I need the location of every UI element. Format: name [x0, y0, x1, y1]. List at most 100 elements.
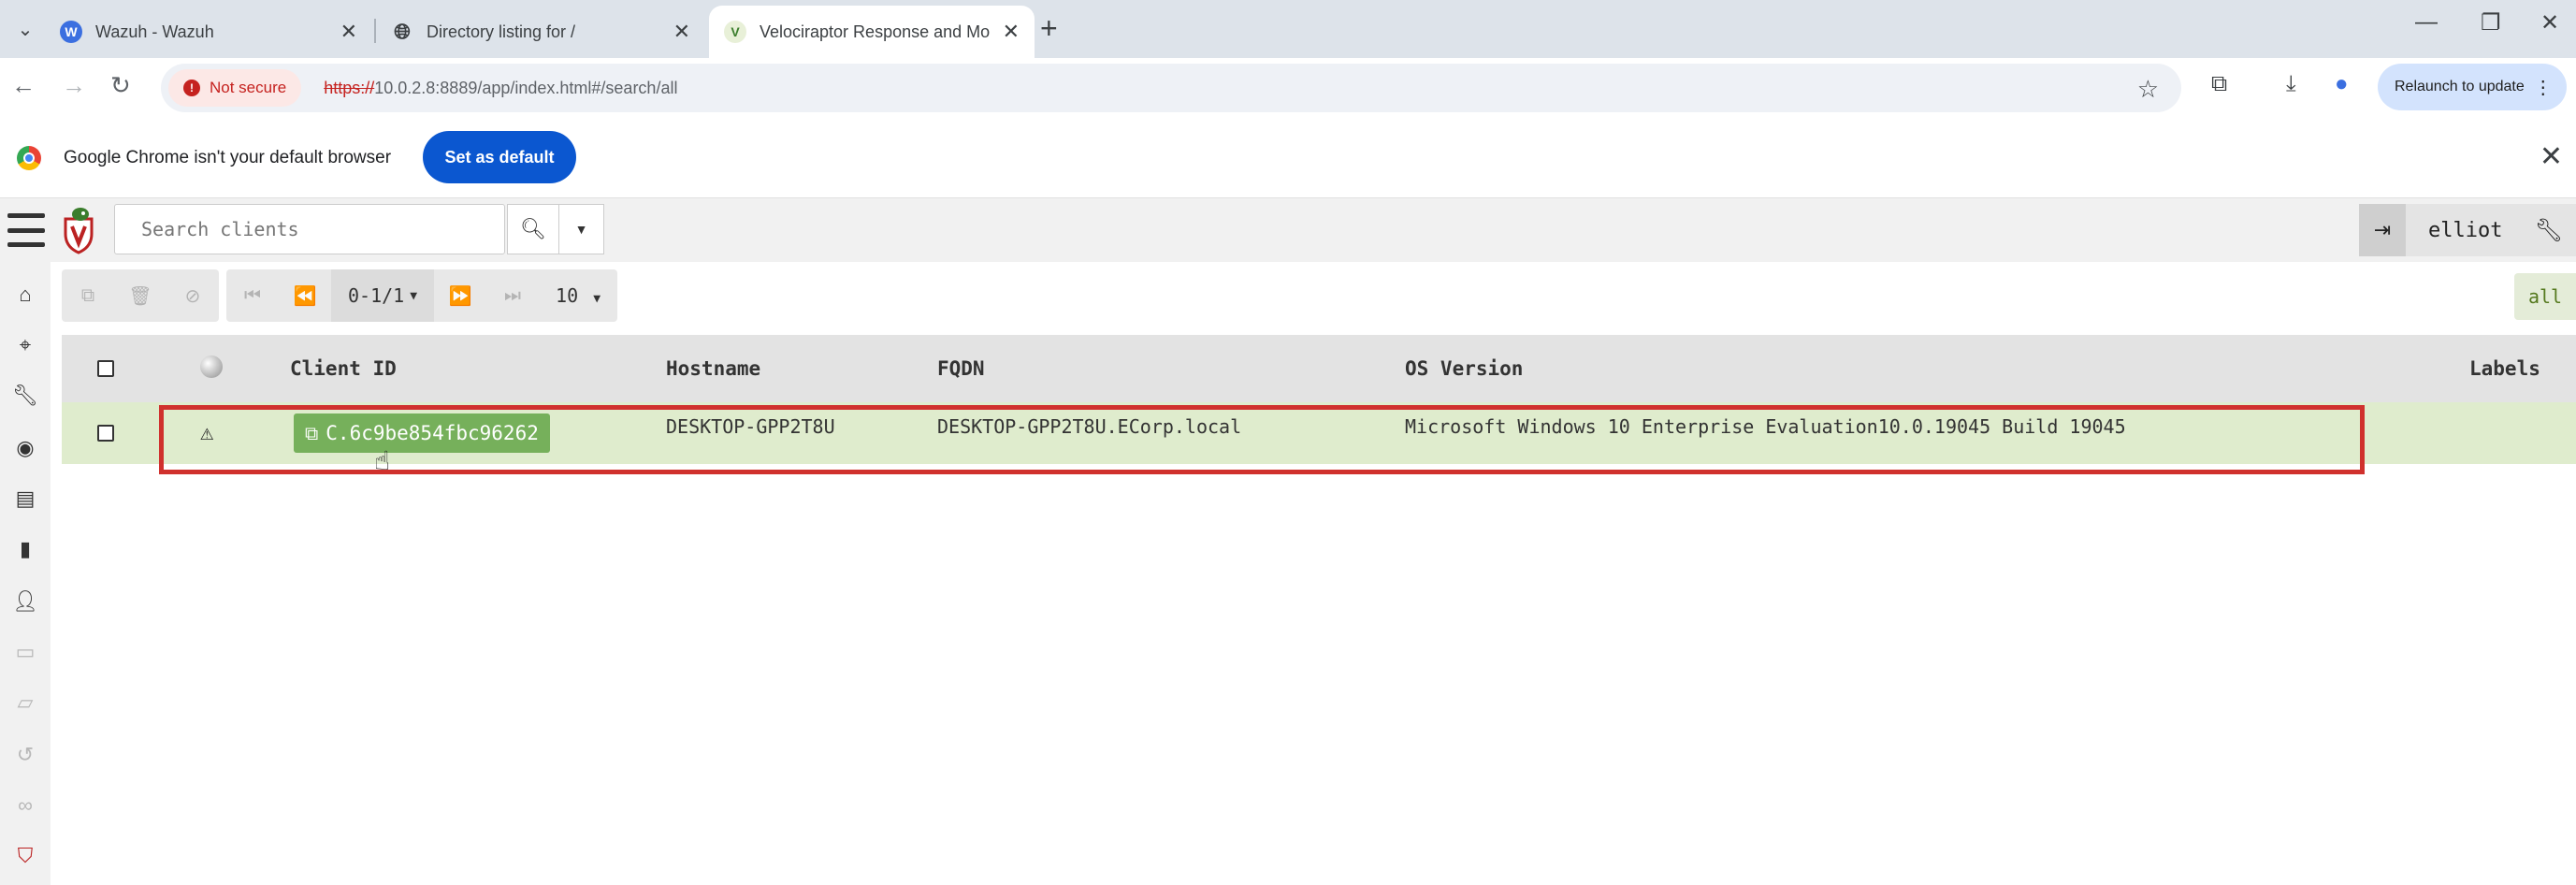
default-browser-infobar: Google Chrome isn't your default browser… [0, 118, 2576, 198]
top-navbar: 🔍︎ ▼ ⇥ elliot 🔧︎ [0, 198, 2576, 262]
relaunch-button[interactable]: Relaunch to update ⋮ [2378, 64, 2567, 110]
clients-table-header: Client ID Hostname FQDN OS Version Label… [62, 335, 2576, 402]
column-header-labels[interactable]: Labels [2469, 357, 2540, 380]
url-text[interactable]: https://10.0.2.8:8889/app/index.html#/se… [324, 79, 677, 98]
hostname-cell: DESKTOP-GPP2T8U [666, 415, 835, 438]
first-page-icon[interactable]: ⏮ [226, 269, 279, 322]
pagination-group: ⏮ ⏪ 0-1/1 ▼ ⏩ ⏭ 10 ▼ [226, 269, 618, 322]
address-row: ← → ↻ ! Not secure https://10.0.2.8:8889… [0, 58, 2576, 118]
hand-cursor-icon: ☝︎ [374, 446, 391, 475]
username[interactable]: elliot [2428, 219, 2502, 242]
bookmark-star-icon[interactable]: ☆ [2137, 75, 2159, 104]
server-icon[interactable]: ▤ [0, 486, 51, 511]
close-tab-icon[interactable]: ✕ [340, 20, 357, 44]
kebab-menu-icon[interactable]: ⋮ [2534, 76, 2553, 99]
tab-search-chevron-icon[interactable]: ⌄ [9, 13, 41, 45]
bulk-actions-group: ⧉ 🗑︎ ⊘ [62, 269, 219, 322]
clients-toolbar: ⧉ 🗑︎ ⊘ ⏮ ⏪ 0-1/1 ▼ ⏩ ⏭ 10 ▼ [62, 269, 625, 322]
caret-down-icon: ▼ [410, 288, 418, 303]
page-range-dropdown[interactable]: 0-1/1 ▼ [331, 269, 435, 322]
eye-icon[interactable]: ◉ [0, 436, 51, 460]
caret-down-icon: ▼ [574, 222, 588, 237]
column-header-client-id[interactable]: Client ID [290, 357, 397, 380]
user-icon[interactable]: 👤︎ [0, 589, 51, 614]
search-clients-input[interactable] [114, 204, 505, 254]
history-icon[interactable]: ↺ [0, 743, 51, 767]
wrench-icon[interactable]: 🔧︎ [0, 384, 51, 408]
profile-icon[interactable]: ● [2335, 71, 2349, 97]
logout-icon[interactable]: ⇥ [2359, 204, 2406, 256]
download-icon[interactable]: ⤓ [2286, 71, 2296, 97]
tab-strip: ⌄ W Wazuh - Wazuh ✕ 🌐︎ Directory listing… [0, 0, 2576, 58]
tab-title: Velociraptor Response and Mo [760, 22, 991, 41]
next-page-icon[interactable]: ⏩ [434, 269, 486, 322]
restore-icon[interactable]: ❐ [2481, 9, 2501, 36]
column-header-os-version[interactable]: OS Version [1405, 357, 1523, 380]
warning-triangle-icon: ⚠︎ [200, 419, 214, 445]
velociraptor-shield-icon[interactable]: ⛉ [0, 844, 51, 868]
client-id-button[interactable]: ⧉ C.6c9be854fbc96262 [294, 413, 550, 453]
url-path: 10.0.2.8:8889/app/index.html#/search/all [374, 78, 678, 97]
close-window-icon[interactable]: ✕ [2540, 9, 2559, 36]
globe-icon: 🌐︎ [394, 20, 411, 43]
address-bar[interactable]: ! Not secure https://10.0.2.8:8889/app/i… [161, 64, 2181, 112]
column-header-hostname[interactable]: Hostname [666, 357, 760, 380]
previous-page-icon[interactable]: ⏪ [279, 269, 331, 322]
label-clients-icon[interactable]: ⧉ [62, 269, 114, 322]
search-filter-badge: all [2514, 273, 2576, 320]
page-size-dropdown[interactable]: 10 ▼ [539, 284, 617, 307]
last-page-icon[interactable]: ⏭ [486, 269, 539, 322]
close-infobar-icon[interactable]: ✕ [2540, 140, 2563, 173]
user-settings-wrench-icon[interactable]: 🔧︎ [2535, 217, 2563, 244]
new-tab-icon[interactable]: + [1040, 11, 1058, 45]
crosshair-icon[interactable]: ⌖ [0, 333, 51, 357]
tab-velociraptor[interactable]: V Velociraptor Response and Mo ✕ [709, 6, 1035, 58]
search-button[interactable]: 🔍︎ [507, 204, 559, 254]
close-tab-icon[interactable]: ✕ [673, 20, 690, 44]
binoculars-icon[interactable]: ∞ [0, 793, 51, 818]
chrome-logo-icon [17, 146, 41, 170]
fqdn-cell: DESKTOP-GPP2T8U.ECorp.local [937, 415, 1242, 438]
hamburger-menu-icon[interactable] [7, 213, 45, 247]
folder-icon[interactable]: ▱ [0, 690, 51, 715]
quarantine-icon[interactable]: ⊘ [166, 269, 219, 322]
user-panel: ⇥ elliot 🔧︎ [2359, 204, 2576, 256]
status-column-icon [200, 355, 223, 378]
search-dropdown-button[interactable]: ▼ [559, 204, 604, 254]
laptop-icon[interactable]: ▭ [0, 640, 51, 664]
minimize-icon[interactable]: — [2415, 9, 2438, 36]
external-link-icon: ⧉ [305, 422, 319, 444]
back-icon[interactable]: ← [11, 71, 36, 100]
os-version-cell: Microsoft Windows 10 Enterprise Evaluati… [1405, 415, 2126, 438]
velociraptor-icon: V [724, 21, 746, 43]
select-all-checkbox[interactable] [97, 360, 114, 377]
relaunch-label: Relaunch to update [2395, 79, 2525, 94]
sidebar: ⌂ ⌖ 🔧︎ ◉ ▤ ▮ 👤︎ ▭ ▱ ↺ ∞ ⛉ [0, 262, 51, 885]
tab-title: Directory listing for / [427, 22, 576, 41]
velociraptor-app: 🔍︎ ▼ ⇥ elliot 🔧︎ ⌂ ⌖ 🔧︎ ◉ ▤ ▮ 👤︎ ▭ ▱ ↺ ∞… [0, 198, 2576, 885]
velociraptor-logo[interactable] [60, 206, 97, 254]
book-icon[interactable]: ▮ [0, 537, 51, 561]
set-default-button[interactable]: Set as default [423, 131, 576, 183]
tab-wazuh[interactable]: W Wazuh - Wazuh ✕ [45, 6, 372, 58]
warning-icon: ! [183, 80, 200, 96]
extensions-icon[interactable]: ⧉ [2211, 71, 2227, 97]
search-icon: 🔍︎ [520, 217, 546, 240]
forward-icon[interactable]: → [62, 71, 86, 100]
delete-icon[interactable]: 🗑︎ [114, 269, 166, 322]
home-icon[interactable]: ⌂ [0, 283, 51, 307]
page-size: 10 [556, 284, 579, 307]
infobar-message: Google Chrome isn't your default browser [64, 148, 392, 167]
column-header-fqdn[interactable]: FQDN [937, 357, 985, 380]
caret-down-icon: ▼ [593, 292, 601, 306]
row-checkbox[interactable] [97, 425, 114, 442]
reload-icon[interactable]: ↻ [110, 71, 131, 100]
url-scheme: https:// [324, 78, 375, 97]
security-chip[interactable]: ! Not secure [168, 69, 302, 107]
client-id-value: C.6c9be854fbc96262 [326, 422, 539, 444]
security-label: Not secure [210, 79, 287, 96]
tab-title: Wazuh - Wazuh [95, 22, 214, 41]
close-tab-icon[interactable]: ✕ [1003, 20, 1020, 44]
table-row[interactable]: ⚠︎ ⧉ C.6c9be854fbc96262 DESKTOP-GPP2T8U … [62, 402, 2576, 464]
tab-directory-listing[interactable]: 🌐︎ Directory listing for / ✕ [376, 6, 705, 58]
